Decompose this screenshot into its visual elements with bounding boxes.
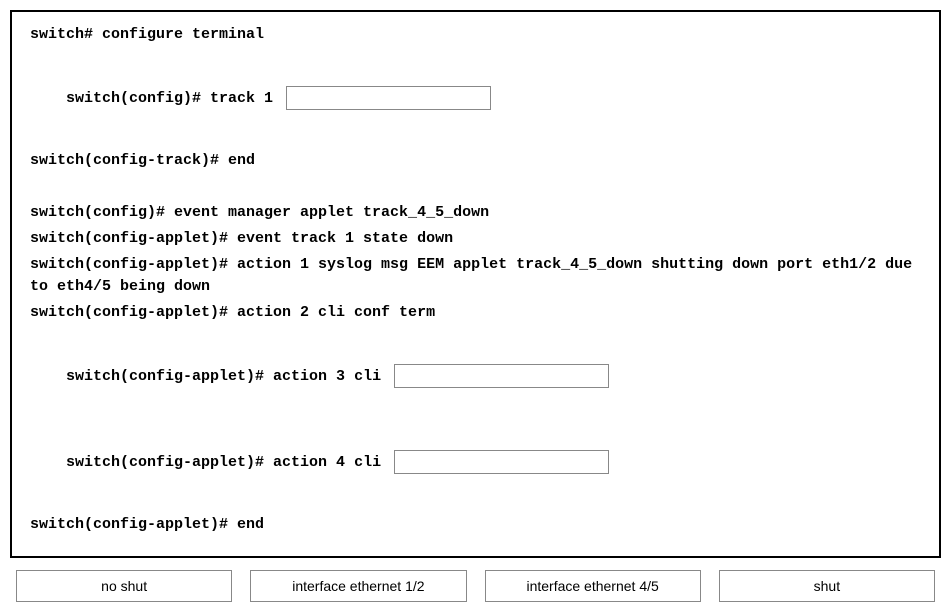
answer-options-row: no shut interface ethernet 1/2 interface… [10, 570, 941, 602]
option-tile-int45[interactable]: interface ethernet 4/5 [485, 570, 701, 602]
cli-line: switch(config-applet)# action 4 cli [30, 428, 921, 496]
cli-line: switch(config-track)# end [30, 150, 921, 172]
drop-target-action4[interactable] [394, 450, 609, 474]
cli-line: switch(config-applet)# action 3 cli [30, 342, 921, 410]
terminal-output: switch# configure terminal switch(config… [10, 10, 941, 558]
cli-line: switch(config)# track 1 [30, 64, 921, 132]
cli-line: switch# configure terminal [30, 24, 921, 46]
option-tile-shut[interactable]: shut [719, 570, 935, 602]
cli-line: switch(config-applet)# action 1 syslog m… [30, 254, 921, 298]
cli-line: switch(config)# event manager applet tra… [30, 202, 921, 224]
option-tile-int12[interactable]: interface ethernet 1/2 [250, 570, 466, 602]
cli-line: switch(config-applet)# action 2 cli conf… [30, 302, 921, 324]
cli-line: switch(config-applet)# end [30, 514, 921, 536]
option-tile-noshut[interactable]: no shut [16, 570, 232, 602]
drop-target-action3[interactable] [394, 364, 609, 388]
cli-text: switch(config-applet)# action 3 cli [66, 368, 390, 385]
drop-target-track[interactable] [286, 86, 491, 110]
cli-text: switch(config)# track 1 [66, 90, 282, 107]
cli-text: switch(config-applet)# action 4 cli [66, 454, 390, 471]
cli-line: switch(config-applet)# event track 1 sta… [30, 228, 921, 250]
